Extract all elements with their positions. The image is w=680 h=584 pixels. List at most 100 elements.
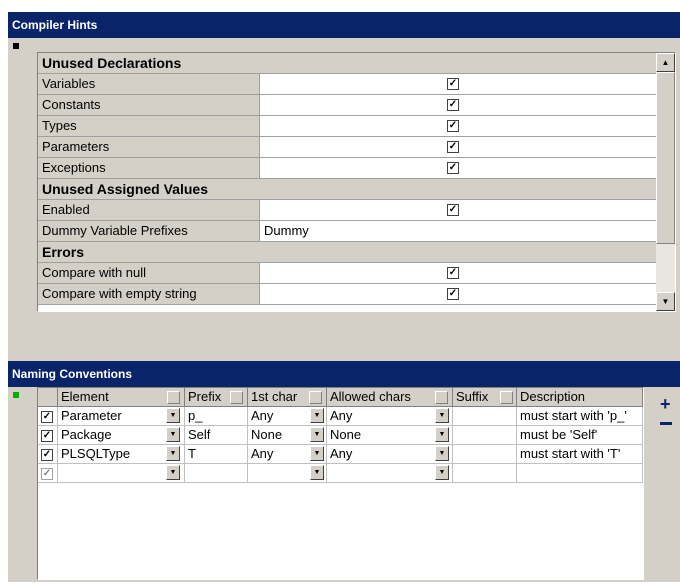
cell-element[interactable]: Package ▼ — [58, 426, 185, 445]
property-checkbox[interactable]: ✓ — [447, 78, 459, 90]
cell-first-char[interactable]: None ▼ — [248, 426, 327, 445]
row-enable-checkbox[interactable]: ✓ — [41, 410, 53, 423]
cell-suffix[interactable] — [453, 445, 517, 464]
cell-first-char[interactable]: Any ▼ — [248, 407, 327, 426]
cell-description[interactable] — [517, 464, 643, 483]
scroll-thumb[interactable] — [656, 72, 675, 244]
header-element-filter[interactable] — [167, 391, 180, 404]
property-row[interactable]: Variables ✓ — [38, 74, 656, 95]
header-allowed-chars-filter[interactable] — [435, 391, 448, 404]
cell-element[interactable]: ▼ — [58, 464, 185, 483]
cell-prefix[interactable] — [185, 464, 248, 483]
chevron-down-icon[interactable]: ▼ — [310, 427, 324, 442]
row-enable-cell[interactable]: ✓ — [38, 407, 58, 426]
header-prefix[interactable]: Prefix — [185, 388, 248, 407]
naming-row[interactable]: ✓ Package ▼ Self None ▼ None ▼ must be 'Self' — [38, 426, 643, 445]
property-checkbox[interactable]: ✓ — [447, 120, 459, 132]
row-enable-checkbox[interactable]: ✓ — [41, 448, 53, 461]
property-value[interactable]: ✓ — [260, 200, 656, 220]
scroll-down-button[interactable]: ▼ — [656, 292, 675, 311]
cell-allowed-chars[interactable]: Any ▼ — [327, 407, 453, 426]
chevron-down-icon[interactable]: ▼ — [435, 427, 449, 442]
cell-description-text: must start with 'p_' — [520, 408, 627, 423]
cell-description[interactable]: must be 'Self' — [517, 426, 643, 445]
row-enable-cell[interactable]: ✓ — [38, 426, 58, 445]
naming-row[interactable]: ✓ Parameter ▼ p_ Any ▼ Any ▼ must start with 'p_… — [38, 407, 643, 426]
cell-suffix[interactable] — [453, 464, 517, 483]
cell-description[interactable]: must start with 'p_' — [517, 407, 643, 426]
property-value[interactable]: ✓ — [260, 116, 656, 136]
property-row[interactable]: Exceptions ✓ — [38, 158, 656, 179]
scroll-up-icon: ▲ — [661, 58, 670, 67]
cell-allowed-chars-text: Any — [330, 446, 353, 461]
row-enable-checkbox[interactable]: ✓ — [41, 467, 53, 480]
chevron-down-icon[interactable]: ▼ — [435, 465, 449, 480]
property-value[interactable]: ✓ — [260, 95, 656, 115]
row-enable-cell[interactable]: ✓ — [38, 464, 58, 483]
header-first-char-filter[interactable] — [309, 391, 322, 404]
header-suffix-filter[interactable] — [500, 391, 513, 404]
cell-allowed-chars[interactable]: None ▼ — [327, 426, 453, 445]
chevron-down-icon[interactable]: ▼ — [166, 446, 180, 461]
property-value[interactable]: ✓ — [260, 263, 656, 283]
naming-row[interactable]: ✓ ▼ ▼ ▼ — [38, 464, 643, 483]
chevron-down-icon[interactable]: ▼ — [166, 427, 180, 442]
property-row[interactable]: Parameters ✓ — [38, 137, 656, 158]
cell-prefix[interactable]: T — [185, 445, 248, 464]
chevron-down-icon[interactable]: ▼ — [435, 408, 449, 423]
chevron-down-icon[interactable]: ▼ — [166, 465, 180, 480]
cell-suffix[interactable] — [453, 407, 517, 426]
cell-prefix[interactable]: Self — [185, 426, 248, 445]
chevron-down-icon[interactable]: ▼ — [310, 446, 324, 461]
compiler-hints-grid[interactable]: Unused Declarations Variables ✓ Constants ✓ T… — [37, 52, 676, 312]
property-checkbox[interactable]: ✓ — [447, 267, 459, 279]
property-checkbox[interactable]: ✓ — [447, 99, 459, 111]
chevron-down-icon[interactable]: ▼ — [166, 408, 180, 423]
category-row[interactable]: Errors — [38, 242, 656, 263]
add-convention-button[interactable]: + — [660, 395, 671, 413]
header-prefix-filter[interactable] — [230, 391, 243, 404]
naming-conventions-grid[interactable]: Element Prefix 1st char Allowed chars Su… — [37, 387, 644, 580]
property-text-value[interactable]: Dummy — [264, 223, 309, 238]
cell-suffix[interactable] — [453, 426, 517, 445]
property-value[interactable]: ✓ — [260, 284, 656, 304]
property-row[interactable]: Enabled ✓ — [38, 200, 656, 221]
header-allowed-chars[interactable]: Allowed chars — [327, 388, 453, 407]
property-row[interactable]: Constants ✓ — [38, 95, 656, 116]
hints-scrollbar[interactable]: ▲ ▼ — [656, 53, 675, 311]
cell-element[interactable]: PLSQLType ▼ — [58, 445, 185, 464]
cell-prefix[interactable]: p_ — [185, 407, 248, 426]
cell-description[interactable]: must start with 'T' — [517, 445, 643, 464]
property-checkbox[interactable]: ✓ — [447, 204, 459, 216]
header-description[interactable]: Description — [517, 388, 643, 407]
property-checkbox[interactable]: ✓ — [447, 141, 459, 153]
remove-convention-button[interactable] — [660, 422, 672, 425]
property-row[interactable]: Dummy Variable Prefixes Dummy — [38, 221, 656, 242]
cell-allowed-chars[interactable]: ▼ — [327, 464, 453, 483]
chevron-down-icon[interactable]: ▼ — [310, 465, 324, 480]
header-suffix[interactable]: Suffix — [453, 388, 517, 407]
property-value[interactable]: Dummy — [260, 221, 656, 241]
property-value[interactable]: ✓ — [260, 158, 656, 178]
chevron-down-icon[interactable]: ▼ — [310, 408, 324, 423]
property-row[interactable]: Compare with null ✓ — [38, 263, 656, 284]
cell-first-char[interactable]: Any ▼ — [248, 445, 327, 464]
property-checkbox[interactable]: ✓ — [447, 288, 459, 300]
property-row[interactable]: Compare with empty string ✓ — [38, 284, 656, 305]
property-value[interactable]: ✓ — [260, 74, 656, 94]
header-first-char[interactable]: 1st char — [248, 388, 327, 407]
property-value[interactable]: ✓ — [260, 137, 656, 157]
chevron-down-icon[interactable]: ▼ — [435, 446, 449, 461]
cell-first-char[interactable]: ▼ — [248, 464, 327, 483]
category-row[interactable]: Unused Declarations — [38, 53, 656, 74]
cell-element[interactable]: Parameter ▼ — [58, 407, 185, 426]
category-row[interactable]: Unused Assigned Values — [38, 179, 656, 200]
property-checkbox[interactable]: ✓ — [447, 162, 459, 174]
cell-allowed-chars[interactable]: Any ▼ — [327, 445, 453, 464]
row-enable-cell[interactable]: ✓ — [38, 445, 58, 464]
property-row[interactable]: Types ✓ — [38, 116, 656, 137]
header-element[interactable]: Element — [58, 388, 185, 407]
row-enable-checkbox[interactable]: ✓ — [41, 429, 53, 442]
naming-row[interactable]: ✓ PLSQLType ▼ T Any ▼ Any ▼ must start with 'T' — [38, 445, 643, 464]
scroll-up-button[interactable]: ▲ — [656, 53, 675, 72]
